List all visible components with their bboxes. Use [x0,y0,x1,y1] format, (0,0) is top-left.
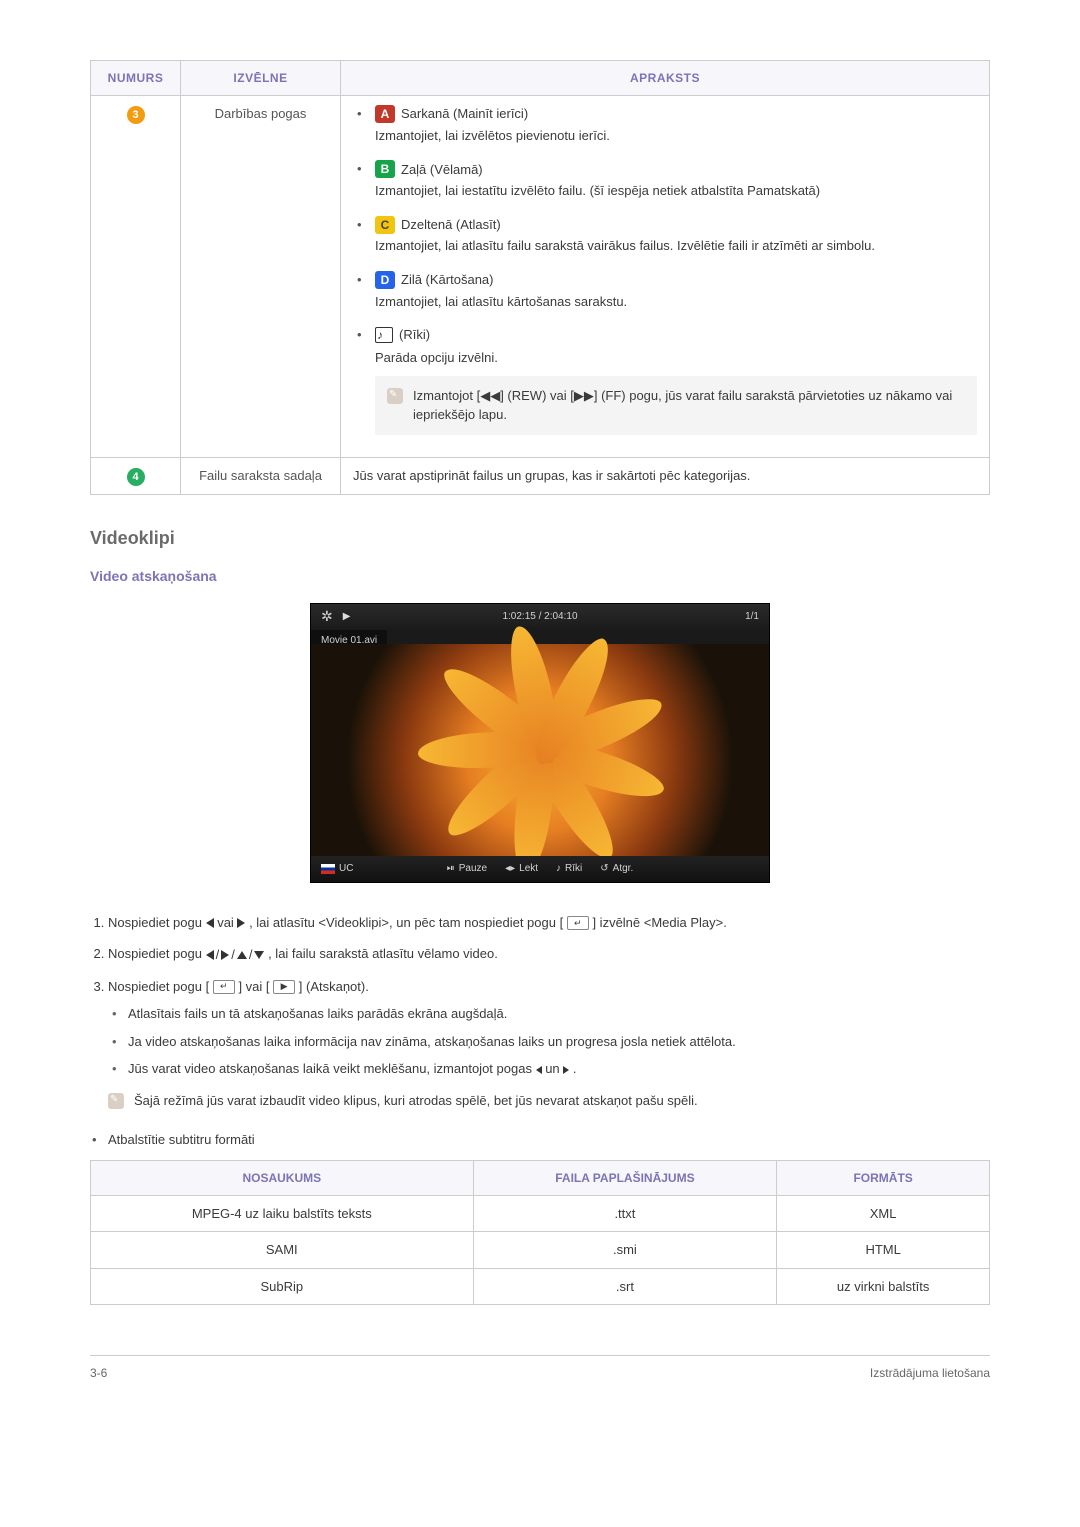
th-fmt: FORMĀTS [777,1160,990,1195]
right-arrow-icon [237,918,245,928]
cell: XML [777,1195,990,1232]
s3s3-c: . [573,1061,577,1076]
btn-a-label: Sarkanā (Mainīt ierīci) [401,104,528,124]
note-icon [108,1093,124,1109]
pause-icon: ⏯ [447,861,455,876]
btn-d-label: Zilā (Kārtošana) [401,270,493,290]
tools-icon [375,327,393,343]
s3-a: Nospiediet pogu [ [108,979,209,994]
blue-d-icon: D [375,271,395,289]
mode-note: Šajā režīmā jūs varat izbaudīt video kli… [108,1087,990,1115]
playback-time: 1:02:15 / 2:04:10 [502,609,577,624]
green-b-icon: B [375,160,395,178]
step3-sub2: Ja video atskaņošanas laika informācija … [112,1032,990,1052]
video-player-screenshot: ✲ ▶ 1:02:15 / 2:04:10 1/1 Movie 01.avi U… [310,603,770,883]
video-frame [311,644,769,856]
playback-index: 1/1 [745,609,759,624]
table-row: 3 Darbības pogas A Sarkanā (Mainīt ierīc… [91,96,990,458]
th-ext: FAILA PAPLAŠINĀJUMS [473,1160,777,1195]
action-buttons-list: A Sarkanā (Mainīt ierīci) Izmantojiet, l… [353,104,977,435]
s1-c: , lai atlasītu <Videoklipi>, un pēc tam … [249,915,563,930]
cell: .ttxt [473,1195,777,1232]
footer-right: Izstrādājuma lietošana [870,1364,990,1382]
jump-label: Lekt [519,861,538,876]
cell: SAMI [91,1232,474,1269]
btn-tools-desc: Parāda opciju izvēlni. [375,348,977,368]
btn-a-desc: Izmantojiet, lai izvēlētos pievienotu ie… [375,126,977,146]
table-row: SubRip .srt uz virkni balstīts [91,1268,990,1305]
row4-menu: Failu saraksta sadaļa [181,457,341,494]
lang-code: UC [339,861,353,876]
mode-note-text: Šajā režīmā jūs varat izbaudīt video kli… [134,1091,698,1111]
step3-sub3: Jūs varat video atskaņošanas laikā veikt… [112,1059,990,1079]
s3-c: ] (Atskaņot). [299,979,369,994]
left-arrow-icon [206,918,214,928]
yellow-c-icon: C [375,216,395,234]
subs-intro: Atbalstītie subtitru formāti [90,1130,990,1150]
section-subtitle: Video atskaņošana [90,566,990,587]
th-num: NUMURS [91,61,181,96]
jump-icon: ◂▸ [505,861,515,876]
table-row: 4 Failu saraksta sadaļa Jūs varat apstip… [91,457,990,494]
btn-b-label: Zaļā (Vēlamā) [401,160,483,180]
th-desc: APRAKSTS [341,61,990,96]
page-footer: 3-6 Izstrādājuma lietošana [90,1355,990,1382]
red-a-icon: A [375,105,395,123]
cell: HTML [777,1232,990,1269]
marker-4-icon: 4 [127,468,145,486]
btn-d-desc: Izmantojiet, lai atlasītu kārtošanas sar… [375,292,977,312]
cell: .srt [473,1268,777,1305]
steps-list: Nospiediet pogu vai , lai atlasītu <Vide… [108,913,990,1114]
enter-key-icon: ↵ [213,980,235,994]
subtitle-format-table: NOSAUKUMS FAILA PAPLAŠINĀJUMS FORMĀTS MP… [90,1160,990,1306]
pause-label: Pauze [459,861,487,876]
section-title: Videoklipi [90,525,990,552]
table-row: MPEG-4 uz laiku balstīts teksts .ttxt XM… [91,1195,990,1232]
nav-arrows-icon: /// [206,945,265,965]
s2-b: , lai failu sarakstā atlasītu vēlamo vid… [268,946,498,961]
return-label: Atgr. [613,861,634,876]
cell: SubRip [91,1268,474,1305]
cell: MPEG-4 uz laiku balstīts teksts [91,1195,474,1232]
play-icon: ▶ [343,609,351,624]
tools-small-icon: ♪ [556,861,561,876]
btn-tools-label: (Rīki) [399,325,430,345]
main-table: NUMURS IZVĒLNE APRAKSTS 3 Darbības pogas… [90,60,990,495]
s3s3-a: Jūs varat video atskaņošanas laikā veikt… [128,1061,536,1076]
th-menu: IZVĒLNE [181,61,341,96]
reel-icon: ✲ [321,606,333,627]
s1-d: ] izvēlnē <Media Play>. [592,915,726,930]
return-icon: ↺ [600,861,608,876]
enter-key-icon: ↵ [567,916,589,930]
small-left-arrow-icon [536,1066,542,1074]
small-right-arrow-icon [563,1066,569,1074]
btn-b-desc: Izmantojiet, lai iestatītu izvēlēto fail… [375,181,977,201]
btn-c-desc: Izmantojiet, lai atlasītu failu sarakstā… [375,236,977,256]
tools-label: Rīki [565,861,582,876]
s3s3-b: un [545,1061,563,1076]
s1-a: Nospiediet pogu [108,915,206,930]
cell: uz virkni balstīts [777,1268,990,1305]
cell: .smi [473,1232,777,1269]
row3-menu: Darbības pogas [181,96,341,458]
marker-3-icon: 3 [127,106,145,124]
btn-c-label: Dzeltenā (Atlasīt) [401,215,501,235]
play-key-icon: ▶ [273,980,295,994]
footer-left: 3-6 [90,1364,107,1382]
s2-a: Nospiediet pogu [108,946,206,961]
step3-sub1: Atlasītais fails un tā atskaņošanas laik… [112,1004,990,1024]
s3-b: ] vai [ [238,979,269,994]
row4-desc: Jūs varat apstiprināt failus un grupas, … [341,457,990,494]
step-2: Nospiediet pogu /// , lai failu sarakstā… [108,944,990,964]
note-rew-ff-text: Izmantojot [◀◀] (REW) vai [▶▶] (FF) pogu… [413,386,965,425]
s1-b: vai [217,915,237,930]
note-icon [387,388,403,404]
note-rew-ff: Izmantojot [◀◀] (REW) vai [▶▶] (FF) pogu… [375,376,977,435]
table-row: SAMI .smi HTML [91,1232,990,1269]
step-3: Nospiediet pogu [ ↵ ] vai [ ▶ ] (Atskaņo… [108,977,990,1115]
flag-icon [321,864,335,874]
step-1: Nospiediet pogu vai , lai atlasītu <Vide… [108,913,990,933]
th-name: NOSAUKUMS [91,1160,474,1195]
